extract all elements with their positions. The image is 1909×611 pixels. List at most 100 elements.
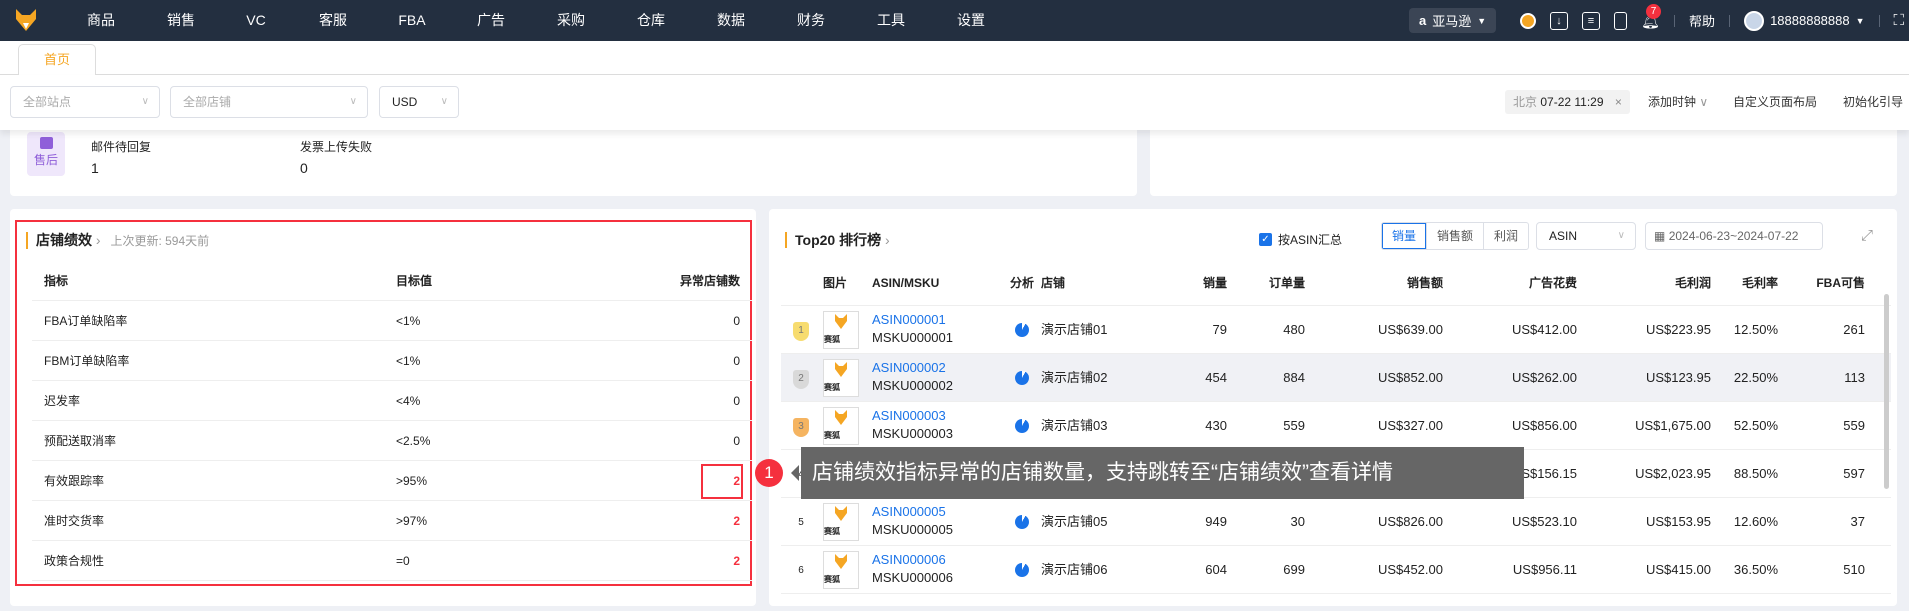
product-thumbnail[interactable]: 赛狐: [823, 407, 859, 445]
customize-layout-link[interactable]: 自定义页面布局: [1733, 90, 1817, 114]
abnormal-shop-count[interactable]: 2: [733, 541, 740, 581]
nav-item[interactable]: 数据: [717, 0, 745, 41]
nav-item[interactable]: VC: [246, 0, 265, 41]
pie-chart-icon[interactable]: [1015, 371, 1029, 385]
fox-logo-icon: [835, 554, 847, 569]
msku: MSKU000006: [872, 570, 953, 585]
nav-item[interactable]: 工具: [877, 0, 905, 41]
divider: [1878, 14, 1880, 27]
user-name[interactable]: 18888888888: [1770, 13, 1850, 28]
cell-margin: 36.50%: [1733, 562, 1778, 577]
abnormal-shop-count[interactable]: 0: [733, 381, 740, 421]
tab-profit[interactable]: 利润: [1484, 223, 1528, 249]
metric-name: 迟发率: [44, 394, 81, 408]
shop-name: 演示店铺01: [1041, 322, 1108, 337]
col-header: 目标值: [396, 274, 433, 288]
help-link[interactable]: 帮助: [1689, 11, 1715, 30]
cell-margin: 12.60%: [1733, 514, 1778, 529]
nav-item[interactable]: 销售: [167, 0, 195, 41]
task-list-icon[interactable]: ≡: [1582, 11, 1600, 30]
metric-name: FBA订单缺陷率: [44, 314, 128, 328]
table-row[interactable]: 6 赛狐 ASIN000006 MSKU000006 演示店铺06 604 699 U…: [781, 546, 1891, 594]
nav-item[interactable]: FBA: [398, 0, 425, 41]
chevron-down-icon: ∨: [440, 96, 448, 107]
metric-name: 有效跟踪率: [44, 474, 105, 488]
calendar-icon: ▦: [1654, 229, 1666, 243]
abnormal-shop-count[interactable]: 2: [733, 501, 740, 541]
scrollbar[interactable]: [1884, 294, 1889, 489]
asin-link[interactable]: ASIN000003: [872, 408, 946, 423]
platform-selector[interactable]: a 亚马逊 ▼: [1409, 8, 1497, 33]
tab-home[interactable]: 首页: [18, 44, 96, 76]
currency-select[interactable]: USD ∨: [379, 86, 459, 118]
nav-item[interactable]: 客服: [319, 0, 347, 41]
metric-value[interactable]: 0: [300, 160, 308, 176]
table-row[interactable]: 3 赛狐 ASIN000003 MSKU000003 演示店铺03 430 559 U…: [781, 402, 1891, 450]
cell-profit: US$223.95: [1645, 322, 1711, 337]
cell-orders: 884: [1283, 370, 1305, 385]
thumb-label: 赛狐: [824, 383, 840, 392]
abnormal-shop-count[interactable]: 0: [733, 341, 740, 381]
shop-performance-title[interactable]: 店铺绩效 › 上次更新: 594天前: [26, 232, 209, 249]
download-icon[interactable]: ↓: [1550, 11, 1568, 30]
rank-badge: 3: [793, 418, 809, 437]
nav-item[interactable]: 财务: [797, 0, 825, 41]
col-header[interactable]: 毛利率: [1742, 261, 1778, 306]
nav-item[interactable]: 广告: [477, 0, 505, 41]
tab-sales[interactable]: 销售额: [1427, 223, 1485, 249]
caret-down-icon[interactable]: ▼: [1856, 16, 1865, 26]
avatar[interactable]: [1744, 10, 1765, 31]
product-thumbnail[interactable]: 赛狐: [823, 311, 859, 349]
fullscreen-icon[interactable]: ⛶: [1894, 12, 1905, 29]
site-select[interactable]: 全部站点 ∨: [10, 86, 160, 118]
init-guide-link[interactable]: 初始化引导: [1843, 90, 1903, 114]
abnormal-shop-count[interactable]: 0: [733, 301, 740, 341]
cell-fba: 597: [1843, 466, 1865, 481]
nav-item[interactable]: 商品: [87, 0, 115, 41]
product-thumbnail[interactable]: 赛狐: [823, 551, 859, 589]
date-range-picker[interactable]: ▦ 2024-06-23~2024-07-22: [1645, 222, 1823, 250]
aftersale-icon-tile[interactable]: 售后: [27, 132, 65, 176]
product-thumbnail[interactable]: 赛狐: [823, 359, 859, 397]
add-clock-dropdown[interactable]: 添加时钟 ∨: [1648, 90, 1708, 114]
table-row[interactable]: 1 赛狐 ASIN000001 MSKU000001 演示店铺01 79 480 US…: [781, 306, 1891, 354]
col-header[interactable]: 毛利润: [1675, 261, 1711, 306]
fox-logo-icon[interactable]: [14, 7, 38, 33]
world-clock-chip[interactable]: 北京 07-22 11:29 ×: [1505, 90, 1630, 114]
mobile-icon[interactable]: [1614, 11, 1627, 30]
abnormal-shop-count[interactable]: 0: [733, 421, 740, 461]
nav-item[interactable]: 采购: [557, 0, 585, 41]
asin-link[interactable]: ASIN000005: [872, 504, 946, 519]
shop-select[interactable]: 全部店铺 ∨: [170, 86, 368, 118]
metric-value[interactable]: 1: [91, 160, 99, 176]
product-thumbnail[interactable]: 赛狐: [823, 503, 859, 541]
col-header[interactable]: 订单量: [1269, 261, 1305, 306]
table-row[interactable]: 5 赛狐 ASIN000005 MSKU000005 演示店铺05 949 30 US…: [781, 498, 1891, 546]
col-header[interactable]: 广告花费: [1529, 261, 1577, 306]
clock-city: 北京: [1513, 95, 1538, 109]
tab-qty[interactable]: 销量: [1382, 223, 1428, 249]
close-icon[interactable]: ×: [1615, 95, 1622, 109]
table-row[interactable]: 2 赛狐 ASIN000002 MSKU000002 演示店铺02 454 884 U…: [781, 354, 1891, 402]
expand-icon[interactable]: ⤢: [1861, 227, 1873, 244]
top20-title[interactable]: Top20 排行榜 ›: [785, 232, 890, 248]
pie-chart-icon[interactable]: [1015, 515, 1029, 529]
nav-item[interactable]: 设置: [957, 0, 985, 41]
group-by-select[interactable]: ASIN ∨: [1536, 222, 1636, 250]
amazon-icon: a: [1419, 13, 1427, 28]
col-header[interactable]: 销售额: [1407, 261, 1443, 306]
col-header[interactable]: 销量: [1203, 261, 1227, 306]
asin-link[interactable]: ASIN000001: [872, 312, 946, 327]
pie-chart-icon[interactable]: [1015, 419, 1029, 433]
asin-link[interactable]: ASIN000002: [872, 360, 946, 375]
nav-item[interactable]: 仓库: [637, 0, 665, 41]
metric-name: 政策合规性: [44, 554, 105, 568]
asin-summary-checkbox[interactable]: ✓ 按ASIN汇总: [1259, 231, 1342, 248]
pie-chart-icon[interactable]: [1015, 323, 1029, 337]
pie-chart-icon[interactable]: [1015, 563, 1029, 577]
clock-time: 07-22 11:29: [1540, 95, 1604, 109]
support-icon[interactable]: [1520, 12, 1536, 29]
asin-link[interactable]: ASIN000006: [872, 552, 946, 567]
col-header[interactable]: FBA可售: [1816, 261, 1865, 306]
cell-qty: 79: [1212, 322, 1227, 337]
